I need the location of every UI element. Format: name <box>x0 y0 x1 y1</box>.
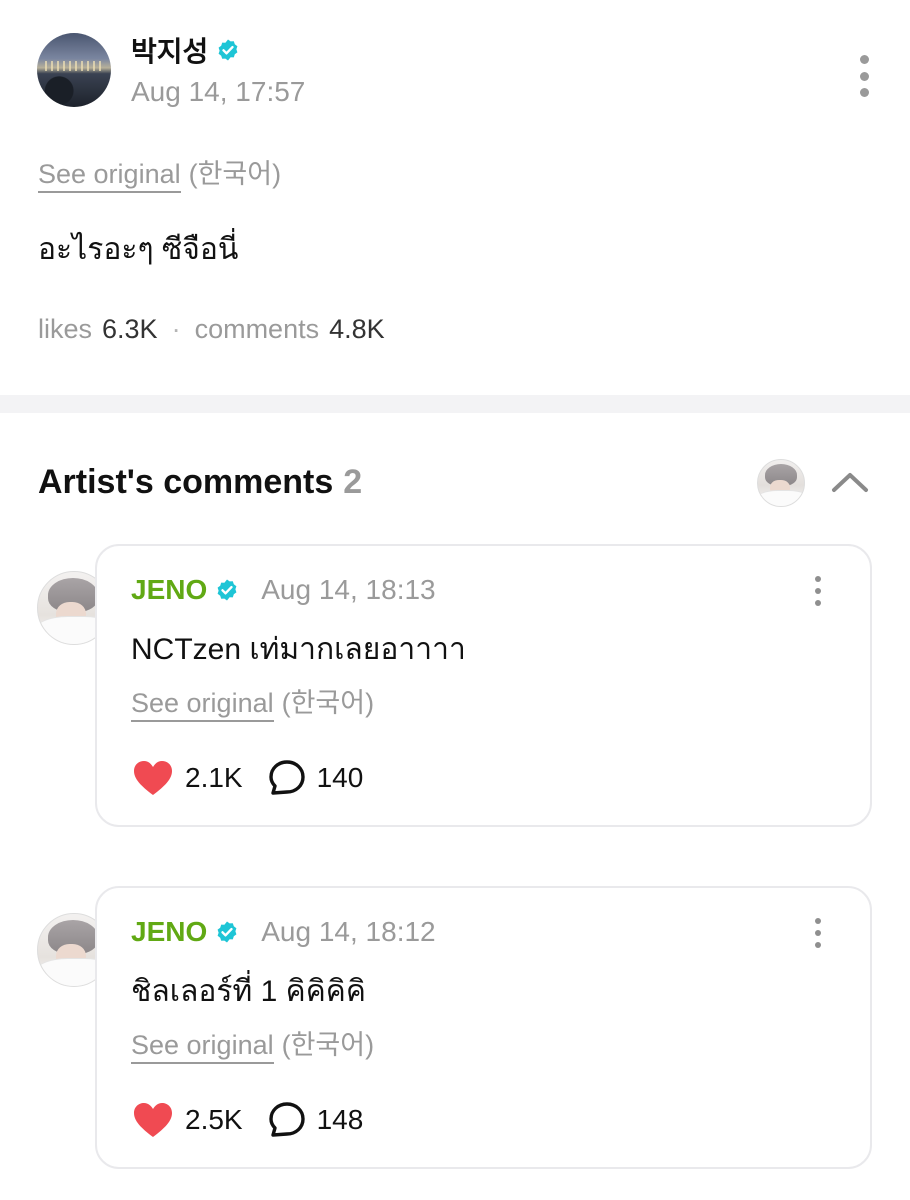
comment-card: JENO Aug 14, 18:12 ชิลเลอร์ที่ 1 คิคิคิค… <box>95 886 872 1169</box>
more-options-icon[interactable] <box>855 55 873 97</box>
reply-count: 140 <box>316 762 364 793</box>
likes-count: 6.3K <box>102 314 158 344</box>
original-language: (한국어) <box>281 688 375 718</box>
see-original-row: See original (한국어) <box>131 681 374 722</box>
verified-icon <box>217 579 237 601</box>
see-original-row: See original (한국어) <box>38 152 281 193</box>
section-title: Artist's comments <box>38 463 334 501</box>
comment-bubble-icon[interactable] <box>267 1100 307 1140</box>
like-count: 2.1K <box>185 762 243 793</box>
comments-count[interactable]: 4.8K <box>329 314 385 345</box>
comment-header: JENO Aug 14, 18:13 <box>131 574 436 606</box>
comment-date: Aug 14, 18:13 <box>261 574 436 605</box>
more-options-icon[interactable] <box>811 576 825 606</box>
comment-bubble-icon[interactable] <box>267 758 307 798</box>
see-original-row: See original (한국어) <box>131 1023 374 1064</box>
post-stats: likes 6.3K · comments 4.8K <box>38 314 385 345</box>
see-original-link[interactable]: See original <box>131 1030 274 1064</box>
author-avatar[interactable] <box>37 33 111 107</box>
comment-header: JENO Aug 14, 18:12 <box>131 916 436 948</box>
author-name[interactable]: 박지성 <box>131 30 208 70</box>
see-original-link[interactable]: See original <box>38 159 181 193</box>
comment-actions: 2.5K 148 <box>131 1100 363 1140</box>
section-count: 2 <box>343 463 363 501</box>
comment-text: NCTzen เท่มากเลยอาาาา <box>131 633 466 666</box>
original-language: (한국어) <box>188 159 282 189</box>
post-body: อะไรอะๆ ซีจือนี่ <box>38 233 239 266</box>
comment-date: Aug 14, 18:12 <box>261 916 436 947</box>
original-language: (한국어) <box>281 1030 375 1060</box>
verified-icon <box>218 39 238 61</box>
post: 박지성 Aug 14, 17:57 See original (한국어) อะไ… <box>0 0 910 395</box>
reply-count: 148 <box>316 1104 364 1135</box>
artist-avatar-small[interactable] <box>757 459 805 507</box>
comment-text: ชิลเลอร์ที่ 1 คิคิคิคิ <box>131 975 366 1008</box>
comment-author[interactable]: JENO <box>131 574 207 606</box>
see-original-link[interactable]: See original <box>131 688 274 722</box>
verified-icon <box>217 921 237 943</box>
post-date: Aug 14, 17:57 <box>131 76 306 107</box>
post-author: 박지성 <box>131 30 240 70</box>
section-divider <box>0 395 910 413</box>
stats-separator: · <box>171 314 181 344</box>
heart-icon[interactable] <box>131 1100 175 1140</box>
heart-icon[interactable] <box>131 758 175 798</box>
comment-card: JENO Aug 14, 18:13 NCTzen เท่มากเลยอาาาา… <box>95 544 872 827</box>
comment-author[interactable]: JENO <box>131 916 207 948</box>
more-options-icon[interactable] <box>811 918 825 948</box>
chevron-up-icon[interactable] <box>830 466 870 496</box>
artist-comments-header: Artist's comments 2 <box>38 463 362 502</box>
likes-label: likes <box>38 314 93 344</box>
like-count: 2.5K <box>185 1104 243 1135</box>
comments-label[interactable]: comments <box>195 314 320 345</box>
comment-actions: 2.1K 140 <box>131 758 363 798</box>
